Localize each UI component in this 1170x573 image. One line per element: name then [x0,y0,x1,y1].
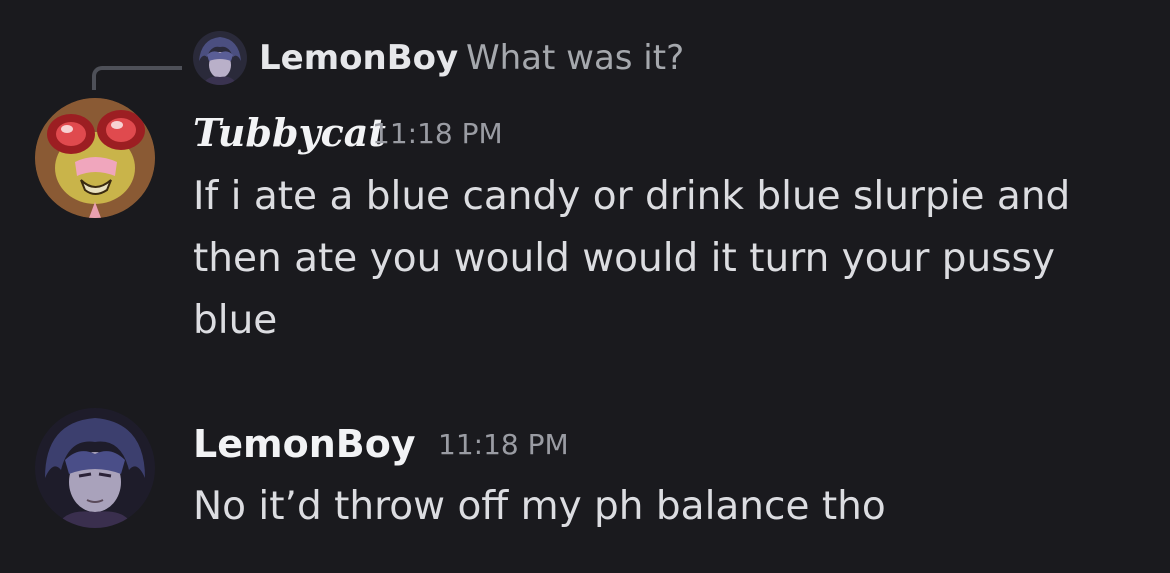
tubbycat-avatar-image [35,98,155,218]
reply-author-avatar[interactable] [193,31,247,85]
reply-avatar-image [193,31,247,85]
lemonboy-avatar-image [35,408,155,528]
reply-connector-line [92,66,182,90]
tubbycat-timestamp: 11:18 PM [372,117,503,150]
tubbycat-avatar[interactable] [35,98,155,218]
reply-message-preview[interactable]: What was it? [466,36,684,80]
lemonboy-username[interactable]: LemonBoy [193,419,416,469]
tubbycat-message-text: If i ate a blue candy or drink blue slur… [193,174,1071,343]
lemonboy-avatar[interactable] [35,408,155,528]
tubbycat-username[interactable]: Tubbycat [193,108,386,158]
lemonboy-timestamp: 11:18 PM [438,428,569,461]
lemonboy-message-text: No it’d throw off my ph balance tho [193,484,886,529]
reply-author-name[interactable]: LemonBoy [259,36,458,80]
